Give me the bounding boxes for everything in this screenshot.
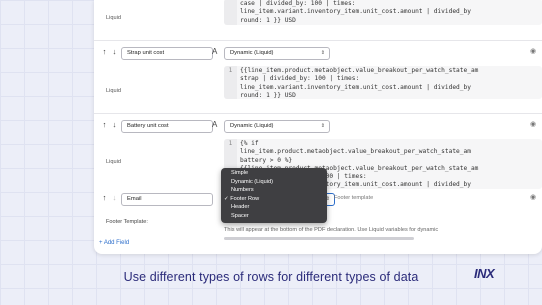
line-gutter	[224, 0, 237, 25]
field-type-select[interactable]: Dynamic (Liquid) ⇕	[224, 120, 330, 133]
move-up-icon[interactable]: ↑	[100, 119, 109, 131]
row-divider	[94, 113, 542, 114]
chevron-updown-icon: ⇕	[320, 123, 325, 129]
checkmark-icon: ✓	[224, 195, 229, 202]
dropdown-option-dynamic[interactable]: Dynamic (Liquid)	[221, 178, 327, 187]
liquid-label: Liquid	[106, 159, 121, 165]
liquid-code: case | divided_by: 100 | times: line_ite…	[240, 0, 471, 24]
liquid-label: Liquid	[106, 88, 121, 94]
add-field-button[interactable]: + Add Field	[99, 240, 129, 246]
dropdown-option-footer-row[interactable]: ✓ Footer Row	[221, 195, 327, 204]
field-type-select[interactable]: Dynamic (Liquid) ⇕	[224, 47, 330, 60]
field-name-input[interactable]: Battery unit cost	[121, 120, 213, 133]
liquid-code-editor[interactable]: 1 {{line_item.product.metaobject.value_b…	[224, 66, 542, 99]
chevron-updown-icon: ⇕	[320, 50, 325, 56]
move-down-icon[interactable]: ↓	[110, 119, 119, 131]
row-divider	[94, 40, 542, 41]
liquid-code: {{line_item.product.metaobject.value_bre…	[240, 67, 479, 99]
field-name-input[interactable]: Strap unit cost	[121, 47, 213, 60]
move-up-icon[interactable]: ↑	[100, 192, 109, 204]
move-up-icon[interactable]: ↑	[100, 46, 109, 58]
dropdown-option-header[interactable]: Header	[221, 203, 327, 212]
eye-icon[interactable]: ◉	[530, 46, 536, 58]
dropdown-option-simple[interactable]: Simple	[221, 169, 327, 178]
footer-help-text: This will appear at the bottom of the PD…	[224, 227, 439, 233]
brand-logo: INX	[474, 266, 495, 281]
font-icon[interactable]: A	[212, 46, 217, 58]
type-dropdown-menu: Simple Dynamic (Liquid) Numbers ✓ Footer…	[221, 168, 327, 223]
promo-caption: Use different types of rows for differen…	[123, 270, 419, 284]
dropdown-option-label: Footer Row	[230, 195, 260, 202]
footer-template-placeholder: Footer template	[334, 195, 374, 201]
move-down-icon[interactable]: ↓	[110, 46, 119, 58]
field-type-value: Dynamic (Liquid)	[230, 123, 274, 129]
dropdown-option-spacer[interactable]: Spacer	[221, 212, 327, 221]
footer-template-label: Footer Template:	[106, 219, 148, 225]
horizontal-scrollbar[interactable]	[224, 237, 414, 240]
move-down-icon: ↓	[112, 193, 117, 202]
field-type-value: Dynamic (Liquid)	[230, 50, 274, 56]
field-row-battery: ↑ ↓ Battery unit cost A Dynamic (Liquid)…	[94, 119, 542, 135]
eye-icon[interactable]: ◉	[530, 119, 536, 131]
field-name-input[interactable]: Email	[121, 193, 213, 206]
dropdown-option-numbers[interactable]: Numbers	[221, 186, 327, 195]
font-icon[interactable]: A	[212, 119, 217, 131]
eye-icon[interactable]: ◉	[530, 192, 536, 204]
liquid-code-editor[interactable]: case | divided_by: 100 | times: line_ite…	[224, 0, 542, 25]
line-gutter: 1	[224, 66, 237, 99]
field-row-strap: ↑ ↓ Strap unit cost A Dynamic (Liquid) ⇕…	[94, 46, 542, 62]
liquid-label: Liquid	[106, 15, 121, 21]
